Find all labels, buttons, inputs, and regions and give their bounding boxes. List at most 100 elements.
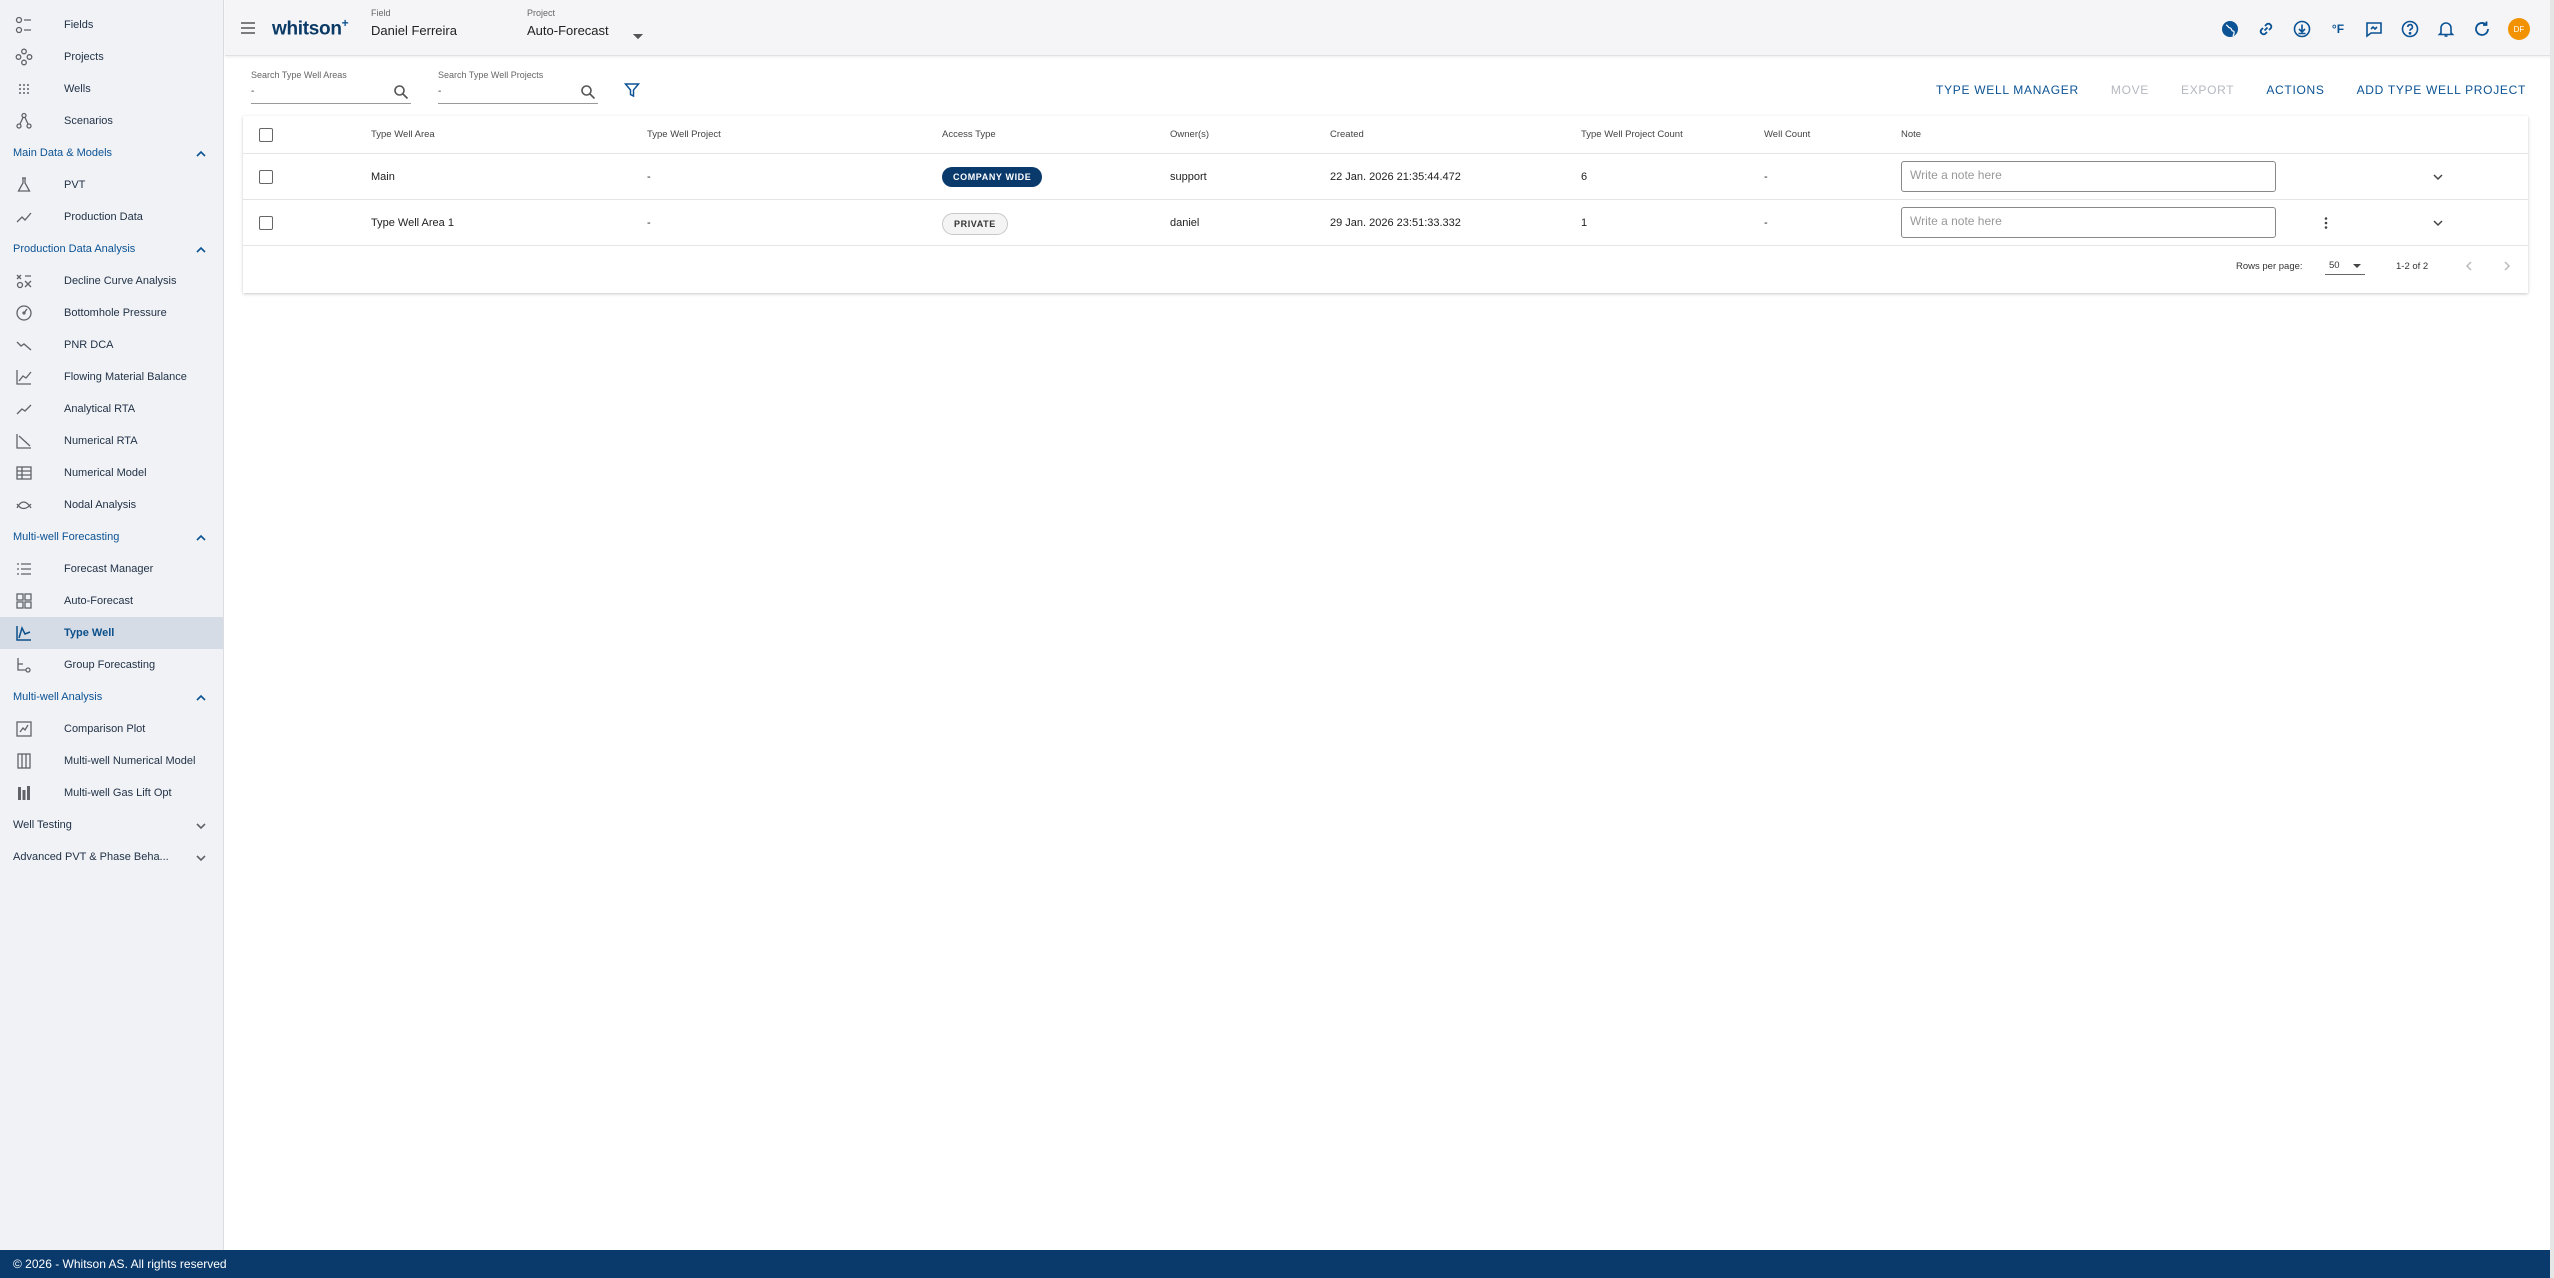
sidebar-item-label: Group Forecasting [64,659,156,671]
project-picker[interactable]: Project Auto-Forecast [527,8,647,39]
column-header[interactable]: Type Well Project [647,129,721,140]
column-header[interactable]: Well Count [1764,129,1810,140]
fields-icon [13,14,35,36]
sidebar-item-type-well[interactable]: Type Well [0,617,223,649]
sidebar-item-numerical-model[interactable]: Numerical Model [0,457,223,489]
sidebar-item-pvt[interactable]: PVT [0,169,223,201]
move-button[interactable]: MOVE [2111,83,2149,97]
grid-icon [13,590,35,612]
help-icon[interactable] [2400,19,2420,39]
more-options-icon[interactable] [2319,216,2333,230]
previous-page-icon[interactable] [2462,259,2476,273]
search-caption: Search Type Well Projects [438,70,544,80]
column-header[interactable]: Type Well Area [371,129,435,140]
sidebar-item-numerical-rta[interactable]: Numerical RTA [0,425,223,457]
search-icon[interactable] [393,84,409,100]
sidebar-item-scenarios[interactable]: Scenarios [0,105,223,137]
sidebar-item-projects[interactable]: Projects [0,41,223,73]
search-projects-input[interactable] [438,86,578,97]
filter-icon[interactable] [623,82,641,98]
actions-button[interactable]: ACTIONS [2266,83,2324,97]
sidebar-section-production-analysis[interactable]: Production Data Analysis [0,233,223,265]
sidebar-item-multiwell-numerical-model[interactable]: Multi-well Numerical Model [0,745,223,777]
window-edge [2550,0,2554,1278]
avatar[interactable]: DF [2508,18,2530,40]
column-header[interactable]: Note [1901,129,1921,140]
sidebar-item-label: Wells [64,83,91,95]
chevron-down-icon[interactable] [2431,216,2445,230]
sidebar-section-advanced-pvt[interactable]: Advanced PVT & Phase Beha... [0,841,223,873]
sidebar-item-comparison-plot[interactable]: Comparison Plot [0,713,223,745]
sidebar-item-label: Numerical Model [64,467,147,479]
search-type-well-areas[interactable]: Search Type Well Areas [251,70,411,104]
column-header[interactable]: Owner(s) [1170,129,1209,140]
sidebar-item-flowing-material-balance[interactable]: Flowing Material Balance [0,361,223,393]
globe-icon[interactable] [2220,19,2240,39]
search-icon[interactable] [580,84,596,100]
sidebar-section-multiwell-forecasting[interactable]: Multi-well Forecasting [0,521,223,553]
sidebar-item-group-forecasting[interactable]: Group Forecasting [0,649,223,681]
sidebar-item-wells[interactable]: Wells [0,73,223,105]
download-icon[interactable] [2292,19,2312,39]
gauge-icon [13,302,35,324]
search-type-well-projects[interactable]: Search Type Well Projects [438,70,598,104]
sidebar-item-forecast-manager[interactable]: Forecast Manager [0,553,223,585]
menu-icon[interactable] [239,19,257,37]
sidebar-item-production-data[interactable]: Production Data [0,201,223,233]
trend-icon [13,206,35,228]
add-type-well-project-button[interactable]: ADD TYPE WELL PROJECT [2357,83,2526,97]
select-all-checkbox[interactable] [259,128,273,142]
column-header[interactable]: Type Well Project Count [1581,129,1683,140]
rows-per-page-label: Rows per page: [2236,261,2303,272]
sidebar-item-pnr-dca[interactable]: PNR DCA [0,329,223,361]
table-row[interactable]: Type Well Area 1 - PRIVATE daniel 29 Jan… [243,200,2528,246]
model-icon [13,462,35,484]
fmb-icon [13,366,35,388]
type-well-table: Type Well Area Type Well Project Access … [243,116,2528,293]
action-bar: TYPE WELL MANAGER MOVE EXPORT ACTIONS AD… [1936,83,2526,97]
sidebar-item-nodal-analysis[interactable]: Nodal Analysis [0,489,223,521]
sidebar-item-bottomhole-pressure[interactable]: Bottomhole Pressure [0,297,223,329]
sidebar-section-well-testing[interactable]: Well Testing [0,809,223,841]
notifications-icon[interactable] [2436,19,2456,39]
copyright-text: © 2026 - Whitson AS. All rights reserved [13,1257,227,1271]
next-page-icon[interactable] [2500,259,2514,273]
multi-model-icon [13,750,35,772]
top-icon-bar: °F DF [2220,18,2530,40]
note-input[interactable] [1901,161,2276,192]
column-header[interactable]: Access Type [942,129,996,140]
note-input[interactable] [1901,207,2276,238]
nodal-icon [13,494,35,516]
export-button[interactable]: EXPORT [2181,83,2234,97]
sidebar-item-auto-forecast[interactable]: Auto-Forecast [0,585,223,617]
chevron-down-icon[interactable] [2431,170,2445,184]
sidebar-section-multiwell-analysis[interactable]: Multi-well Analysis [0,681,223,713]
list-icon [13,558,35,580]
type-well-manager-button[interactable]: TYPE WELL MANAGER [1936,83,2079,97]
sidebar-item-fields[interactable]: Fields [0,9,223,41]
access-badge: COMPANY WIDE [942,167,1043,187]
sidebar-item-decline-curve-analysis[interactable]: Decline Curve Analysis [0,265,223,297]
row-checkbox[interactable] [259,216,273,230]
field-picker[interactable]: Field Daniel Ferreira [371,8,643,39]
search-areas-input[interactable] [251,86,391,97]
sidebar-item-label: Nodal Analysis [64,499,137,511]
temperature-unit-toggle[interactable]: °F [2328,19,2348,39]
refresh-icon[interactable] [2472,19,2492,39]
sidebar-section-main-data[interactable]: Main Data & Models [0,137,223,169]
sidebar-item-label: Analytical RTA [64,403,136,415]
sidebar-item-analytical-rta[interactable]: Analytical RTA [0,393,223,425]
table-header-row: Type Well Area Type Well Project Access … [243,116,2528,154]
sidebar-item-multiwell-gas-lift[interactable]: Multi-well Gas Lift Opt [0,777,223,809]
column-header[interactable]: Created [1330,129,1364,140]
field-value: Daniel Ferreira [371,23,457,38]
row-checkbox[interactable] [259,170,273,184]
table-row[interactable]: Main - COMPANY WIDE support 22 Jan. 2026… [243,154,2528,200]
rows-per-page-select[interactable]: 50 [2325,253,2365,275]
chevron-up-icon [195,147,207,159]
cell-owner: support [1170,171,1207,183]
chevron-up-icon [195,243,207,255]
link-icon[interactable] [2256,19,2276,39]
feedback-icon[interactable] [2364,19,2384,39]
wells-icon [13,78,35,100]
